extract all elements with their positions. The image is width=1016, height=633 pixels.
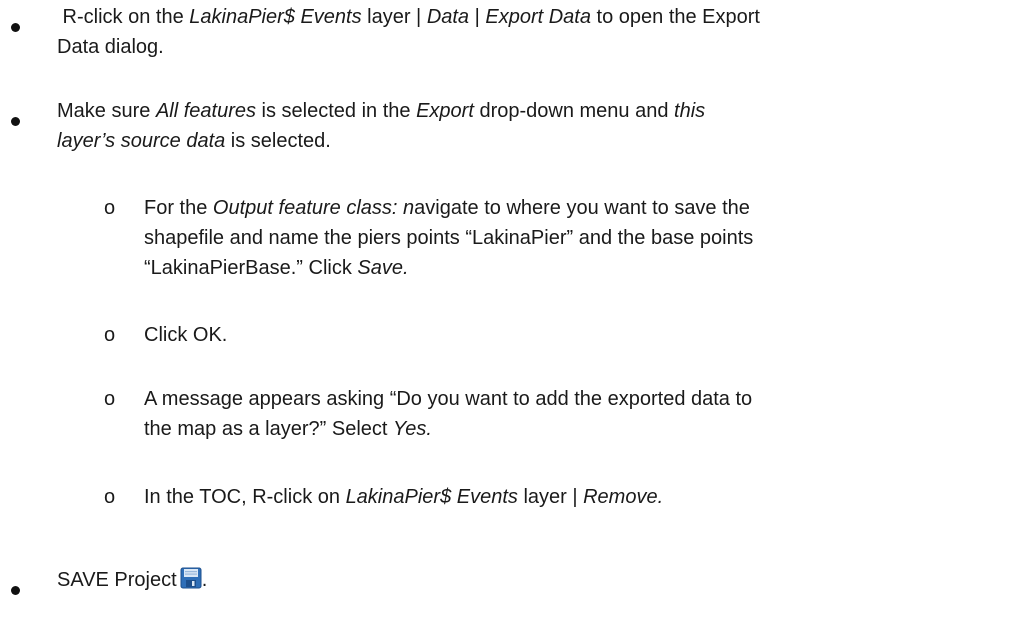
text-run: .: [201, 569, 208, 591]
sub-bullet-marker: o: [104, 324, 116, 346]
text-run: avigate to where you want to save the: [414, 197, 750, 219]
text-line: Click OK.: [144, 324, 228, 346]
italic-term: All features: [155, 100, 256, 122]
text-line: For the Output feature class: navigate t…: [144, 193, 750, 223]
text-run: layer |: [517, 486, 584, 508]
text-run: to open the Export: [590, 6, 760, 28]
text-run: “LakinaPierBase.” Click: [144, 257, 358, 279]
floppy-disk-save-icon: [180, 567, 202, 589]
text-line: “LakinaPierBase.” Click Save.: [144, 253, 734, 283]
text-run: SAVE Project: [57, 569, 177, 591]
text-line: shapefile and name the piers points “Lak…: [144, 227, 754, 249]
text-run: Make sure: [57, 100, 156, 122]
italic-term: Remove.: [583, 486, 664, 508]
sub-bullet-marker: o: [104, 486, 116, 508]
italic-term: Export: [416, 100, 474, 122]
bullet-text: SAVE Project.: [57, 565, 1007, 595]
italic-term: LakinaPier$ Events: [345, 486, 518, 508]
italic-term: Output feature class: n: [212, 197, 415, 219]
text-run: is selected.: [225, 130, 331, 152]
text-line: Data dialog.: [57, 36, 164, 58]
bullet-dot: [11, 586, 20, 595]
text-run: drop-down menu and: [473, 100, 675, 122]
bullet-dot: [11, 117, 20, 126]
text-run: In the TOC, R-click on: [144, 486, 346, 508]
document-page: R-click on the LakinaPier$ Events layer …: [0, 0, 1016, 633]
sub-text: For the Output feature class: navigate t…: [144, 193, 754, 283]
bullet-text: Make sure All features is selected in th…: [57, 96, 1007, 156]
text-run: For the: [144, 197, 213, 219]
text-run: |: [469, 6, 486, 28]
italic-term: Data: [426, 6, 470, 28]
text-run: the map as a layer?” Select: [144, 418, 394, 440]
text-line: R-click on the LakinaPier$ Events layer …: [57, 2, 1007, 32]
text-run: layer |: [361, 6, 427, 28]
bullet-dot: [11, 23, 20, 32]
italic-term: layer’s source data: [57, 130, 226, 152]
text-line: layer’s source data is selected.: [57, 126, 1007, 156]
italic-term: LakinaPier$ Events: [189, 6, 362, 28]
italic-term: Yes.: [393, 418, 432, 440]
bullet-text: R-click on the LakinaPier$ Events layer …: [57, 2, 1007, 62]
sub-text: A message appears asking “Do you want to…: [144, 384, 753, 444]
italic-term: this: [674, 100, 706, 122]
text-run: is selected in the: [256, 100, 417, 122]
text-line: the map as a layer?” Select Yes.: [144, 414, 734, 444]
text-line: In the TOC, R-click on LakinaPier$ Event…: [144, 482, 734, 512]
sub-text: In the TOC, R-click on LakinaPier$ Event…: [144, 482, 734, 512]
sub-text: Click OK.: [144, 320, 734, 350]
italic-term: Save.: [357, 257, 409, 279]
text-line: Make sure All features is selected in th…: [57, 96, 1007, 126]
text-line: SAVE Project.: [57, 565, 1007, 595]
text-run: R-click on the: [57, 6, 190, 28]
sub-bullet-marker: o: [104, 197, 116, 219]
text-line: A message appears asking “Do you want to…: [144, 388, 753, 410]
sub-bullet-marker: o: [104, 388, 116, 410]
italic-term: Export Data: [485, 6, 591, 28]
